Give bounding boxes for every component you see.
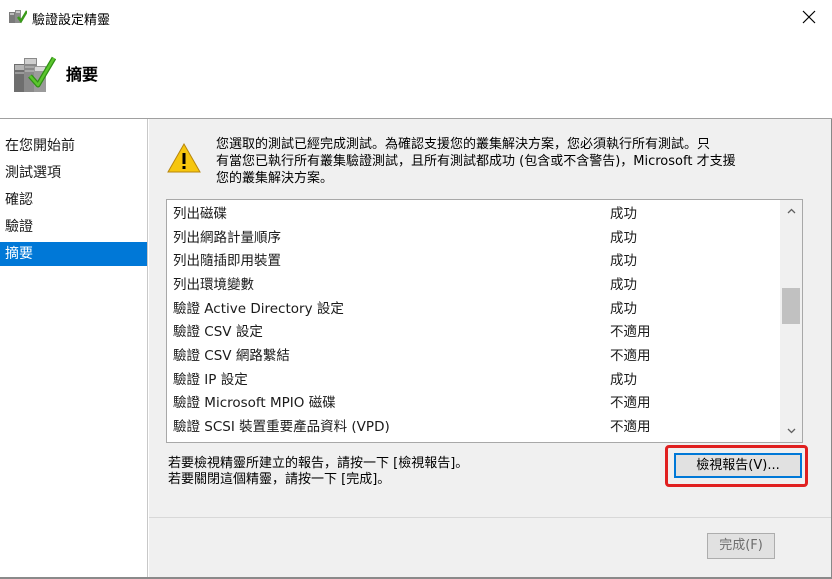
test-status: 不適用 [610, 348, 651, 364]
list-item[interactable]: 驗證 Active Directory 設定 成功 [167, 297, 779, 321]
instruction-line: 若要檢視精靈所建立的報告，請按一下 [檢視報告]。 [168, 456, 469, 471]
test-name: 驗證 SCSI 裝置重要產品資料 (VPD) [173, 419, 390, 435]
main-panel: 您選取的測試已經完成測試。為確認支援您的叢集解決方案，您必須執行所有測試。只 有… [149, 119, 831, 579]
chevron-down-icon [787, 428, 795, 434]
window-title: 驗證設定精靈 [32, 13, 111, 28]
results-list[interactable]: 列出磁碟 成功 列出網路計量順序 成功 列出隨插即用裝置 成功 列出環境變數 成… [166, 199, 803, 443]
list-item[interactable]: 驗證 SCSI 裝置重要產品資料 (VPD) 不適用 [167, 415, 779, 439]
test-status: 不適用 [610, 324, 651, 340]
nav-item-testing-options[interactable]: 測試選項 [0, 161, 147, 185]
wizard-window: 驗證設定精靈 摘要 在您開始前 測試選項 確認 驗證 摘要 您選取的測試已經完成… [0, 0, 832, 579]
page-title: 摘要 [66, 65, 99, 84]
list-item[interactable]: 驗證 Microsoft MPIO 磁碟 不適用 [167, 391, 779, 415]
list-item[interactable]: 驗證 IP 設定 成功 [167, 368, 779, 392]
warning-message: 您選取的測試已經完成測試。為確認支援您的叢集解決方案，您必須執行所有測試。只 有… [216, 136, 806, 187]
nav-item-validating[interactable]: 驗證 [0, 215, 147, 239]
test-status: 成功 [610, 253, 637, 269]
wizard-header: 摘要 [0, 34, 832, 118]
instructions-text: 若要檢視精靈所建立的報告，請按一下 [檢視報告]。 若要關閉這個精靈，請按一下 … [168, 456, 468, 488]
scroll-up-button[interactable] [780, 200, 802, 222]
nav-item-summary[interactable]: 摘要 [0, 242, 147, 266]
list-item[interactable]: 列出環境變數 成功 [167, 273, 779, 297]
list-item[interactable]: 驗證 CSV 設定 不適用 [167, 320, 779, 344]
warning-line: 有當您已執行所有叢集驗證測試，且所有測試都成功 (包含或不含警告)，Micros… [216, 154, 736, 169]
view-report-button[interactable]: 檢視報告(V)... [674, 453, 802, 478]
list-item[interactable]: 列出隨插即用裝置 成功 [167, 249, 779, 273]
finish-button[interactable]: 完成(F) [707, 533, 775, 559]
test-status: 不適用 [610, 395, 651, 411]
test-status: 成功 [610, 206, 637, 222]
nav-item-confirmation[interactable]: 確認 [0, 188, 147, 212]
chevron-up-icon [787, 208, 795, 214]
test-name: 列出磁碟 [173, 206, 227, 222]
close-button[interactable] [786, 0, 832, 34]
test-status: 成功 [610, 301, 637, 317]
test-name: 驗證 Microsoft MPIO 磁碟 [173, 395, 336, 411]
nav-item-before-you-begin[interactable]: 在您開始前 [0, 134, 147, 158]
cluster-validation-icon [14, 56, 56, 92]
test-name: 驗證 IP 設定 [173, 372, 248, 388]
instruction-line: 若要關閉這個精靈，請按一下 [完成]。 [168, 472, 391, 487]
list-item[interactable]: 列出網路計量順序 成功 [167, 226, 779, 250]
vertical-scrollbar[interactable] [780, 200, 802, 442]
scroll-down-button[interactable] [780, 420, 802, 442]
test-name: 驗證 CSV 網路繫結 [173, 348, 290, 364]
list-item[interactable]: 列出磁碟 成功 [167, 202, 779, 226]
test-status: 成功 [610, 230, 637, 246]
list-item[interactable]: 驗證 CSV 網路繫結 不適用 [167, 344, 779, 368]
test-name: 列出隨插即用裝置 [173, 253, 281, 269]
footer-divider [149, 517, 831, 518]
results-list-body: 列出磁碟 成功 列出網路計量順序 成功 列出隨插即用裝置 成功 列出環境變數 成… [167, 200, 779, 442]
test-status: 成功 [610, 277, 637, 293]
warning-line: 您的叢集解決方案。 [216, 171, 334, 186]
wizard-nav: 在您開始前 測試選項 確認 驗證 摘要 [0, 119, 148, 579]
scrollbar-thumb[interactable] [782, 288, 800, 324]
warning-icon [167, 143, 201, 173]
title-bar: 驗證設定精靈 [0, 0, 832, 34]
test-status: 不適用 [610, 419, 651, 435]
warning-line: 您選取的測試已經完成測試。為確認支援您的叢集解決方案，您必須執行所有測試。只 [216, 137, 711, 152]
test-name: 列出網路計量順序 [173, 230, 281, 246]
cluster-app-icon [9, 10, 27, 24]
test-name: 驗證 CSV 設定 [173, 324, 263, 340]
close-icon [802, 10, 816, 24]
test-status: 成功 [610, 372, 637, 388]
test-name: 驗證 Active Directory 設定 [173, 301, 344, 317]
test-name: 列出環境變數 [173, 277, 254, 293]
